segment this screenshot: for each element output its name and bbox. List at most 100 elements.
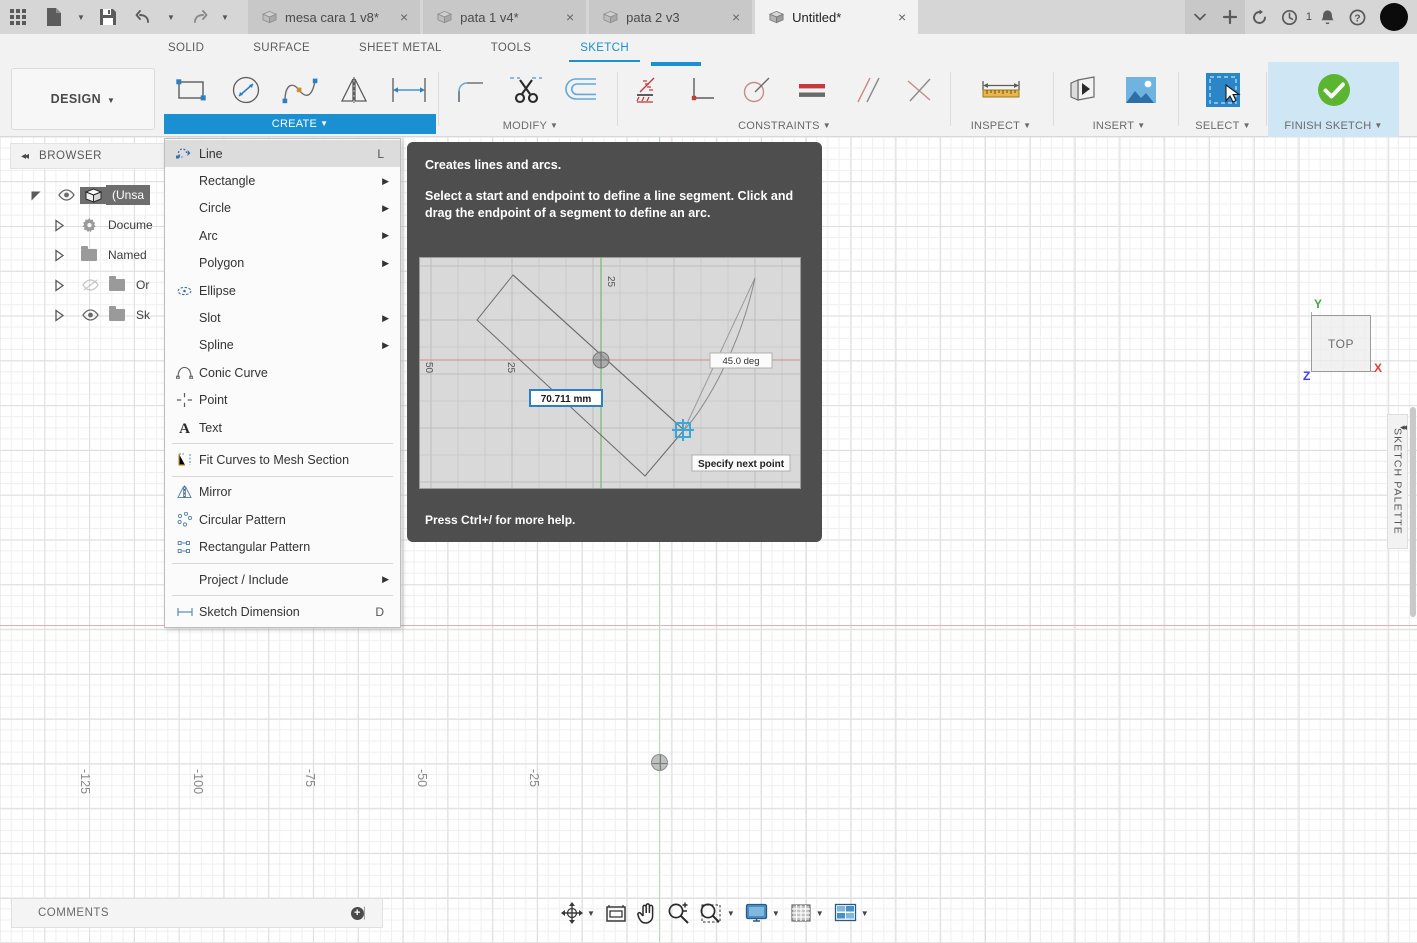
zoom-window-tool[interactable]: ▼ [694, 897, 740, 929]
panel-inspect-label[interactable]: INSPECT ▼ [956, 120, 1046, 132]
visibility-eye-icon[interactable] [52, 189, 80, 201]
insert-canvas-tool[interactable] [1113, 65, 1168, 115]
svg-text:?: ? [1354, 12, 1360, 24]
expander-icon[interactable] [54, 278, 76, 292]
help-icon[interactable]: ? [1342, 0, 1372, 34]
new-document-caret-icon[interactable]: ▼ [72, 0, 90, 34]
grid-snaps[interactable]: ▼ [785, 897, 829, 929]
menu-item-line[interactable]: Line L [165, 140, 400, 168]
panel-finish-sketch-label[interactable]: FINISH SKETCH ▼ [1268, 120, 1399, 132]
visibility-eye-hidden-icon[interactable] [76, 279, 104, 291]
circle-tool[interactable] [218, 65, 272, 115]
menu-item-spline[interactable]: Spline ▶ [165, 332, 400, 359]
sketch-palette-tab[interactable]: SKETCH PALETTE [1387, 414, 1408, 549]
measure-tool[interactable] [974, 65, 1029, 115]
expander-icon[interactable] [54, 308, 76, 322]
grid-apps-icon[interactable] [0, 0, 36, 34]
panel-select-label[interactable]: SELECT ▼ [1183, 120, 1263, 132]
panel-modify-label[interactable]: MODIFY ▼ [443, 120, 618, 132]
menu-item-point[interactable]: Point [165, 387, 400, 414]
menu-item-fit-curves-to-mesh-section[interactable]: Fit Curves to Mesh Section [165, 446, 400, 473]
sketch-palette-collapse-icon[interactable]: ◂◂ [1400, 422, 1407, 433]
expander-icon[interactable] [54, 248, 76, 262]
perpendicular-constraint[interactable] [893, 65, 947, 115]
tab-sketch[interactable]: SKETCH [569, 37, 640, 63]
canvas-scrollbar[interactable] [1410, 407, 1416, 617]
offset-tool[interactable] [553, 65, 608, 115]
tab-overflow-chevron-down-icon[interactable] [1184, 0, 1215, 34]
add-comment-icon[interactable]: + [351, 906, 364, 920]
job-status-icon[interactable] [1275, 0, 1305, 34]
expander-icon[interactable] [54, 218, 76, 232]
menu-item-circle[interactable]: Circle ▶ [165, 195, 400, 222]
close-icon[interactable]: × [718, 10, 740, 24]
select-tool[interactable] [1196, 65, 1251, 115]
panel-constraints-label[interactable]: CONSTRAINTS ▼ [622, 120, 947, 132]
menu-item-text[interactable]: A Text [165, 414, 400, 441]
menu-item-rectangle[interactable]: Rectangle ▶ [165, 167, 400, 194]
mirror-tool[interactable] [327, 65, 381, 115]
tab-sheet-metal[interactable]: SHEET METAL [359, 37, 442, 60]
insert-derive-tool[interactable] [1058, 65, 1113, 115]
avatar[interactable] [1380, 3, 1408, 31]
parallel-constraint[interactable] [839, 65, 893, 115]
tab-surface[interactable]: SURFACE [253, 37, 310, 60]
spline-tool[interactable] [273, 65, 327, 115]
notifications-icon[interactable] [1312, 0, 1342, 34]
display-settings[interactable]: ▼ [740, 897, 785, 929]
look-at-tool[interactable] [600, 897, 632, 929]
orbit-tool[interactable]: ▼ [556, 897, 600, 929]
undo-icon[interactable] [126, 0, 162, 34]
zoom-tool[interactable] [662, 897, 694, 929]
tab-tools[interactable]: TOOLS [491, 37, 532, 60]
vertical-horizontal-constraint[interactable] [676, 65, 730, 115]
document-tab-2[interactable]: pata 1 v4* × [423, 0, 587, 34]
document-tab-1[interactable]: mesa cara 1 v8* × [248, 0, 421, 34]
tangent-constraint[interactable] [730, 65, 784, 115]
sketch-origin-point[interactable] [651, 754, 668, 771]
comments-bar[interactable]: COMMENTS + ⎸ [11, 898, 383, 928]
panel-insert-label[interactable]: INSERT ▼ [1058, 120, 1180, 132]
fix-unfix-constraint[interactable] [622, 65, 676, 115]
comments-resize-grip[interactable]: ⎸ [364, 905, 377, 921]
equal-constraint[interactable] [785, 65, 839, 115]
close-icon[interactable]: × [386, 10, 408, 24]
new-document-icon[interactable] [36, 0, 72, 34]
menu-item-arc[interactable]: Arc ▶ [165, 222, 400, 249]
trim-tool[interactable] [498, 65, 553, 115]
fillet-tool[interactable] [443, 65, 498, 115]
sketch-dimension-tool[interactable] [382, 65, 436, 115]
redo-caret-icon[interactable]: ▼ [216, 0, 234, 34]
view-cube[interactable]: TOP [1311, 315, 1371, 372]
panel-create-label[interactable]: CREATE ▼ [164, 114, 436, 134]
finish-sketch-check-icon[interactable] [1306, 65, 1361, 115]
document-tab-4[interactable]: Untitled* × [755, 0, 919, 34]
menu-item-sketch-dimension[interactable]: Sketch Dimension D [165, 598, 400, 625]
menu-item-project-include[interactable]: Project / Include ▶ [165, 566, 400, 593]
menu-item-circular-pattern[interactable]: Circular Pattern [165, 506, 400, 533]
menu-item-ellipse[interactable]: Ellipse [165, 277, 400, 304]
close-icon[interactable]: × [884, 10, 906, 24]
redo-icon[interactable] [180, 0, 216, 34]
save-icon[interactable] [90, 0, 126, 34]
expander-icon[interactable] [30, 189, 52, 202]
rectangle-tool[interactable] [164, 65, 218, 115]
tab-solid[interactable]: SOLID [168, 37, 204, 60]
viewports[interactable]: ▼ [829, 897, 874, 929]
menu-item-conic-curve[interactable]: Conic Curve [165, 359, 400, 386]
panel-divider [950, 72, 951, 126]
menu-item-mirror[interactable]: Mirror [165, 479, 400, 506]
menu-item-polygon[interactable]: Polygon ▶ [165, 250, 400, 277]
pan-tool[interactable] [632, 897, 662, 929]
workspace-selector[interactable]: DESIGN ▼ [11, 68, 155, 130]
panel-finish-sketch[interactable]: FINISH SKETCH ▼ [1268, 62, 1399, 137]
visibility-eye-icon[interactable] [76, 309, 104, 321]
browser-collapse-icon[interactable]: ◂◂ [21, 151, 29, 162]
undo-caret-icon[interactable]: ▼ [162, 0, 180, 34]
document-tab-3[interactable]: pata 2 v3 × [589, 0, 753, 34]
refresh-icon[interactable] [1245, 0, 1275, 34]
new-tab-plus-icon[interactable] [1214, 0, 1245, 34]
menu-item-rectangular-pattern[interactable]: Rectangular Pattern [165, 533, 400, 560]
close-icon[interactable]: × [552, 10, 574, 24]
menu-item-slot[interactable]: Slot ▶ [165, 304, 400, 331]
